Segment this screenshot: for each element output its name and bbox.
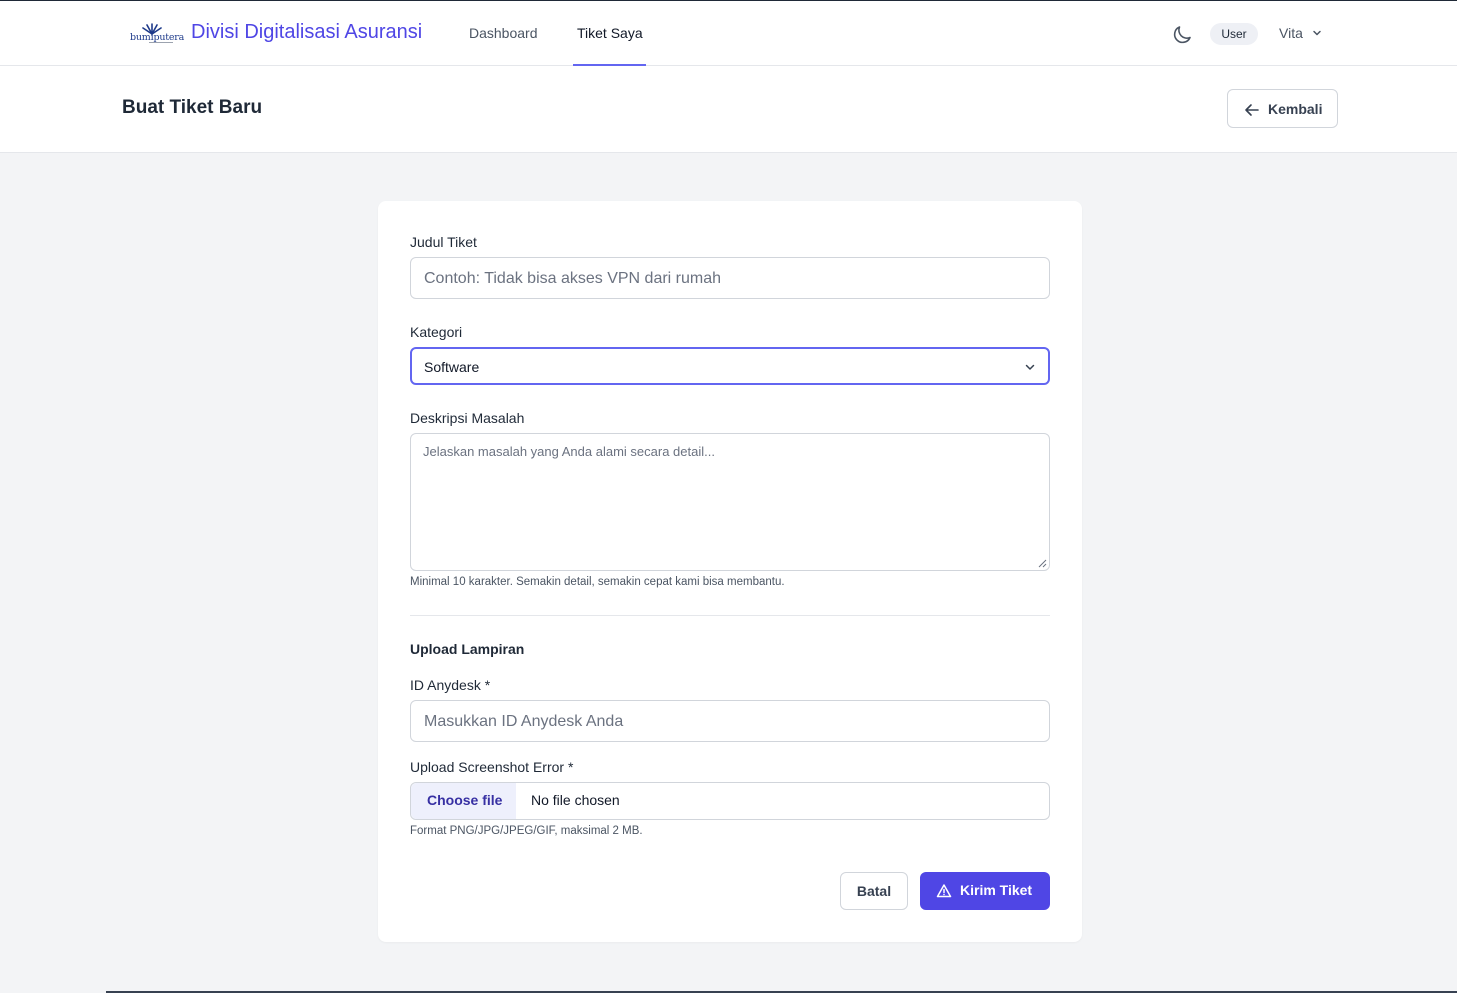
theme-toggle-button[interactable] bbox=[1170, 23, 1194, 47]
kategori-selected-value: Software bbox=[424, 359, 480, 375]
deskripsi-placeholder: Jelaskan masalah yang Anda alami secara … bbox=[423, 444, 715, 459]
user-menu-dropdown[interactable]: Vita bbox=[1279, 25, 1321, 41]
choose-file-button[interactable]: Choose file bbox=[411, 783, 516, 819]
screenshot-file-input[interactable]: Choose file No file chosen bbox=[410, 782, 1050, 820]
file-status-text: No file chosen bbox=[531, 792, 620, 808]
page-header: Buat Tiket Baru Kembali bbox=[0, 66, 1457, 153]
bumiputera-logo[interactable]: bumiputera bbox=[129, 23, 184, 45]
screenshot-hint: Format PNG/JPG/JPEG/GIF, maksimal 2 MB. bbox=[410, 825, 643, 837]
role-badge: User bbox=[1210, 23, 1258, 45]
judul-tiket-label: Judul Tiket bbox=[410, 234, 477, 250]
chevron-down-icon bbox=[1313, 30, 1321, 36]
cancel-button[interactable]: Batal bbox=[840, 872, 908, 910]
judul-tiket-input[interactable]: Contoh: Tidak bisa akses VPN dari rumah bbox=[410, 257, 1050, 299]
chevron-down-icon bbox=[1025, 364, 1035, 370]
kategori-select[interactable]: Software bbox=[410, 347, 1050, 385]
resize-handle-icon[interactable] bbox=[1038, 559, 1047, 568]
warning-triangle-icon bbox=[936, 884, 952, 898]
submit-ticket-button[interactable]: Kirim Tiket bbox=[920, 872, 1050, 910]
back-button[interactable]: Kembali bbox=[1227, 89, 1338, 128]
moon-icon bbox=[1173, 26, 1191, 44]
deskripsi-label: Deskripsi Masalah bbox=[410, 410, 525, 426]
app-brand-title[interactable]: Divisi Digitalisasi Asuransi bbox=[191, 21, 422, 44]
anydesk-placeholder: Masukkan ID Anydesk Anda bbox=[424, 713, 624, 730]
submit-button-label: Kirim Tiket bbox=[960, 882, 1033, 898]
choose-file-label: Choose file bbox=[427, 792, 503, 808]
kategori-label: Kategori bbox=[410, 324, 463, 340]
nav-tiket-saya-link[interactable]: Tiket Saya bbox=[577, 25, 643, 41]
deskripsi-textarea[interactable]: Jelaskan masalah yang Anda alami secara … bbox=[410, 433, 1050, 571]
upload-section-title: Upload Lampiran bbox=[410, 641, 525, 657]
deskripsi-hint: Minimal 10 karakter. Semakin detail, sem… bbox=[410, 576, 785, 588]
ticket-form-card: Judul Tiket Contoh: Tidak bisa akses VPN… bbox=[378, 201, 1082, 942]
anydesk-label: ID Anydesk * bbox=[410, 677, 491, 693]
page-title: Buat Tiket Baru bbox=[122, 97, 263, 118]
anydesk-input[interactable]: Masukkan ID Anydesk Anda bbox=[410, 700, 1050, 742]
top-navbar: bumiputera Divisi Digitalisasi Asuransi … bbox=[0, 0, 1457, 66]
section-divider bbox=[410, 615, 1050, 616]
logo-tagline-line bbox=[149, 42, 173, 43]
back-button-label: Kembali bbox=[1268, 101, 1323, 117]
arrow-left-icon bbox=[1245, 104, 1259, 116]
user-name: Vita bbox=[1279, 25, 1303, 41]
nav-dashboard-link[interactable]: Dashboard bbox=[469, 25, 538, 41]
cancel-button-label: Batal bbox=[856, 883, 892, 899]
judul-tiket-placeholder: Contoh: Tidak bisa akses VPN dari rumah bbox=[424, 270, 722, 287]
screenshot-label: Upload Screenshot Error * bbox=[410, 759, 574, 775]
